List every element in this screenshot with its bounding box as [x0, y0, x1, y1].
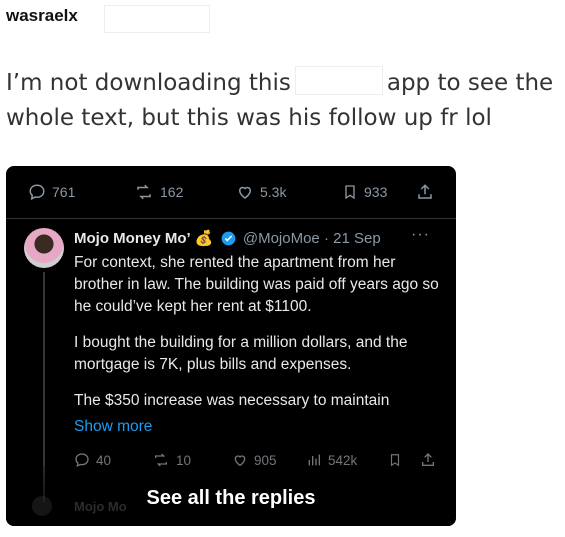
redacted-handle — [104, 5, 210, 33]
like-action[interactable]: 5.3k — [236, 183, 286, 201]
heart-icon — [238, 186, 252, 199]
reply-paragraph-2: I bought the building for a million doll… — [74, 334, 408, 373]
post-text-before: I’m not downloading this — [6, 70, 291, 96]
bookmark-count: 933 — [364, 184, 388, 200]
more-options-icon[interactable]: ··· — [411, 226, 430, 244]
show-more-link[interactable]: Show more — [74, 418, 152, 436]
reply-paragraph-1: For context, she rented the apartment fr… — [74, 254, 439, 315]
post-date: · 21 Sep — [323, 230, 381, 247]
share-icon — [418, 184, 432, 199]
post-text: I’m not downloading this app to see the w… — [6, 66, 561, 136]
verified-badge-icon — [221, 231, 236, 246]
reply-header: Mojo Money Mo’ 💰 @MojoMoe · 21 Sep — [74, 229, 381, 247]
avatar[interactable] — [24, 228, 64, 268]
repost-icon — [137, 184, 151, 200]
author-handle[interactable]: @MojoMoe — [243, 230, 320, 247]
share-action[interactable] — [416, 183, 434, 201]
repost-count: 162 — [160, 184, 184, 200]
reply-count: 761 — [52, 184, 76, 200]
repost-action[interactable]: 162 — [134, 183, 183, 201]
reply-icon — [29, 184, 45, 201]
bookmark-action[interactable]: 933 — [342, 183, 387, 201]
embedded-screenshot[interactable]: 761 162 5.3k 933 Mojo Money Mo’ 💰 @MojoM… — [6, 166, 456, 526]
post-username[interactable]: wasraelx — [6, 6, 78, 26]
bookmark-icon — [345, 185, 355, 200]
see-all-replies-button[interactable]: See all the replies — [6, 487, 456, 510]
redacted-app-name — [294, 66, 383, 95]
like-count: 5.3k — [260, 184, 287, 200]
top-action-bar: 761 162 5.3k 933 — [6, 180, 456, 204]
money-bag-icon: 💰 — [194, 230, 214, 247]
reply-action[interactable]: 761 — [28, 183, 75, 201]
reply-body: For context, she rented the apartment fr… — [74, 252, 444, 426]
reply-paragraph-3: The $350 increase was necessary to maint… — [74, 392, 390, 409]
author-name[interactable]: Mojo Money Mo’ — [74, 230, 191, 247]
divider — [6, 218, 456, 219]
